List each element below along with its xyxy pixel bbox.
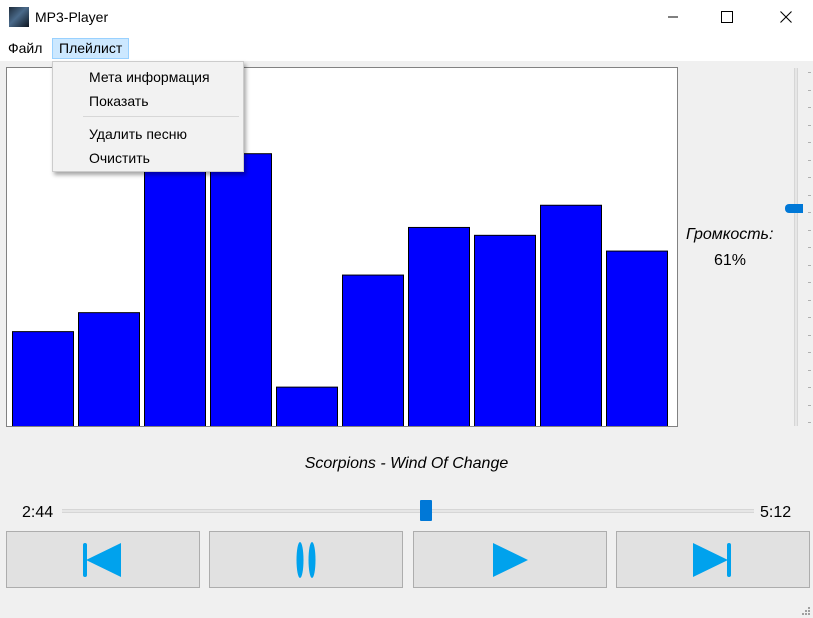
volume-tick <box>808 230 811 231</box>
pause-icon <box>296 541 316 578</box>
volume-tick <box>808 282 811 283</box>
title-bar: MP3-Player <box>0 0 813 36</box>
spectrum-bar <box>606 250 668 426</box>
volume-tick <box>808 212 811 213</box>
volume-tick <box>808 300 811 301</box>
menu-playlist[interactable]: Плейлист <box>52 38 130 59</box>
maximize-icon <box>721 11 733 23</box>
seek-slider-thumb[interactable] <box>420 500 432 521</box>
menu-separator <box>83 116 239 117</box>
previous-button[interactable] <box>6 531 200 588</box>
menu-item-clear[interactable]: Очистить <box>89 150 150 166</box>
app-icon <box>9 7 29 27</box>
seek-slider-track[interactable] <box>62 509 754 513</box>
song-title: Scorpions - Wind Of Change <box>304 455 509 472</box>
volume-tick <box>808 335 811 336</box>
volume-value: 61% <box>714 252 747 269</box>
skip-previous-icon <box>83 542 121 577</box>
volume-tick <box>808 160 811 161</box>
spectrum-bar <box>342 274 404 426</box>
spectrum-bar <box>12 331 74 426</box>
minimize-icon <box>668 16 678 18</box>
close-button[interactable] <box>763 0 809 34</box>
volume-tick <box>808 142 811 143</box>
play-icon <box>493 542 528 577</box>
volume-tick <box>808 72 811 73</box>
next-button[interactable] <box>616 531 810 588</box>
volume-tick <box>808 352 811 353</box>
spectrum-bar <box>210 153 272 426</box>
playlist-dropdown-menu: Мета информация Показать Удалить песню О… <box>52 61 244 172</box>
volume-tick <box>808 370 811 371</box>
volume-tick <box>808 195 811 196</box>
window-title: MP3-Player <box>35 9 109 25</box>
volume-tick <box>808 177 811 178</box>
spectrum-bar <box>78 312 140 426</box>
spectrum-bar <box>540 204 602 426</box>
volume-tick <box>808 247 811 248</box>
volume-slider-thumb[interactable] <box>785 204 803 213</box>
resize-grip-icon[interactable] <box>801 606 811 616</box>
minimize-button[interactable] <box>650 0 696 34</box>
volume-slider-track[interactable] <box>794 68 798 426</box>
volume-label: Громкость: <box>686 226 774 243</box>
volume-tick <box>808 265 811 266</box>
menu-item-delete-song[interactable]: Удалить песню <box>89 126 187 142</box>
skip-next-icon <box>693 542 731 577</box>
menu-file[interactable]: Файл <box>2 38 48 59</box>
volume-tick <box>808 317 811 318</box>
total-time: 5:12 <box>760 504 792 521</box>
menu-bar: Файл Плейлист <box>0 36 813 61</box>
menu-item-show[interactable]: Показать <box>89 93 149 109</box>
current-time: 2:44 <box>22 504 54 521</box>
volume-tick <box>808 405 811 406</box>
volume-tick <box>808 387 811 388</box>
volume-tick <box>808 125 811 126</box>
spectrum-bar <box>408 226 470 426</box>
volume-tick <box>808 90 811 91</box>
maximize-button[interactable] <box>704 0 750 34</box>
volume-tick <box>808 107 811 108</box>
spectrum-bar <box>474 234 536 426</box>
spectrum-bar <box>276 386 338 426</box>
spectrum-bar <box>144 161 206 426</box>
pause-button[interactable] <box>209 531 403 588</box>
menu-item-meta-info[interactable]: Мета информация <box>89 69 210 85</box>
close-icon <box>780 11 792 23</box>
play-button[interactable] <box>413 531 607 588</box>
volume-tick <box>808 422 811 423</box>
